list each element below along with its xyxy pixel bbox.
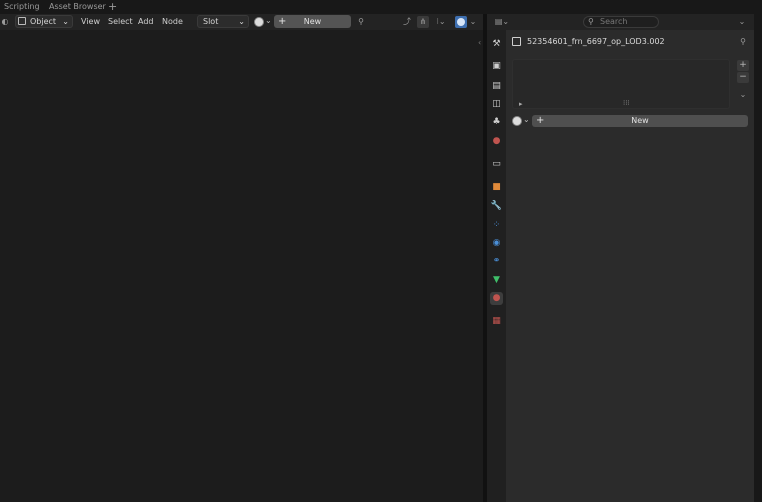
- new-button-label: New: [303, 17, 322, 26]
- new-button-label: New: [631, 116, 649, 125]
- new-material-button[interactable]: + New: [532, 115, 748, 127]
- add-slot-button[interactable]: +: [737, 60, 749, 71]
- menu-node[interactable]: Node: [162, 14, 183, 30]
- chevron-down-icon: ⌄: [523, 115, 530, 124]
- modifier-icon[interactable]: 🔧: [490, 200, 503, 213]
- data-icon[interactable]: ▼: [490, 274, 503, 287]
- snap-mode-icon[interactable]: ⁝⌄: [432, 16, 450, 28]
- object-name: 52354601_frn_6697_op_LOD3.002: [527, 37, 665, 46]
- new-material-button[interactable]: + New: [274, 15, 351, 28]
- world-icon[interactable]: ●: [490, 135, 503, 148]
- material-icon[interactable]: ●: [490, 292, 503, 305]
- physics-icon[interactable]: ◉: [490, 237, 503, 250]
- chevron-down-icon[interactable]: ⌄: [468, 16, 478, 28]
- particles-icon[interactable]: ⁘: [490, 219, 503, 232]
- editor-type-icon[interactable]: ◐: [0, 16, 10, 28]
- tool-icon[interactable]: ⚒: [490, 38, 503, 51]
- menu-add[interactable]: Add: [138, 14, 154, 30]
- slot-dropdown-label: Slot: [203, 17, 219, 26]
- add-workspace-button[interactable]: +: [108, 0, 117, 14]
- pin-icon[interactable]: ⚲: [737, 36, 749, 48]
- search-placeholder: Search: [600, 17, 628, 26]
- object-mode-icon: [18, 17, 26, 25]
- object-icon: [512, 37, 521, 46]
- search-icon: ⚲: [588, 17, 594, 26]
- pin-icon[interactable]: ⚲: [355, 16, 367, 28]
- node-editor-canvas[interactable]: [0, 30, 483, 502]
- material-sphere-icon: [254, 17, 264, 27]
- material-sphere-icon: [512, 116, 522, 126]
- material-browse-button[interactable]: ⌄: [254, 16, 272, 28]
- resize-handle-icon[interactable]: ⁞⁞⁞: [623, 99, 630, 107]
- snap-icon[interactable]: ⋔: [417, 16, 429, 28]
- plus-icon: +: [536, 115, 545, 126]
- mode-dropdown[interactable]: Object ⌄: [15, 15, 73, 28]
- output-icon[interactable]: ▤: [490, 80, 503, 93]
- parent-node-icon[interactable]: ⤴: [401, 16, 413, 28]
- object-icon[interactable]: ■: [490, 181, 503, 194]
- constraints-icon[interactable]: ⚭: [490, 255, 503, 268]
- plus-icon: +: [278, 16, 287, 27]
- overlay-circle-icon: [457, 18, 465, 26]
- properties-editor-type-icon[interactable]: ▤⌄: [493, 16, 511, 28]
- view-layer-icon[interactable]: ◫: [490, 98, 503, 111]
- material-slot-list[interactable]: ▸ ⁞⁞⁞: [512, 59, 730, 109]
- chevron-down-icon: ⌄: [62, 17, 69, 26]
- chevron-down-icon: ⌄: [265, 16, 272, 25]
- search-input[interactable]: ⚲ Search: [583, 16, 659, 28]
- collection-icon[interactable]: ▭: [490, 158, 503, 171]
- chevron-down-icon[interactable]: ⌄: [737, 89, 749, 101]
- panel-right-edge: [754, 14, 762, 502]
- texture-icon[interactable]: ▦: [490, 315, 503, 328]
- remove-slot-button[interactable]: −: [737, 72, 749, 83]
- tab-asset-browser[interactable]: Asset Browser: [49, 0, 106, 14]
- render-icon[interactable]: ▣: [490, 60, 503, 73]
- material-browse-button[interactable]: ⌄: [512, 115, 530, 127]
- menu-view[interactable]: View: [81, 14, 100, 30]
- chevron-down-icon[interactable]: ⌄: [737, 16, 747, 28]
- mode-dropdown-label: Object: [30, 17, 57, 26]
- menu-select[interactable]: Select: [108, 14, 133, 30]
- chevron-down-icon: ⌄: [238, 17, 245, 26]
- tab-scripting[interactable]: Scripting: [4, 0, 40, 14]
- expand-arrow-icon[interactable]: ▸: [519, 100, 523, 108]
- scene-icon[interactable]: ♣: [490, 116, 503, 129]
- overlay-toggle-icon[interactable]: [455, 16, 467, 28]
- slot-dropdown[interactable]: Slot ⌄: [197, 15, 249, 28]
